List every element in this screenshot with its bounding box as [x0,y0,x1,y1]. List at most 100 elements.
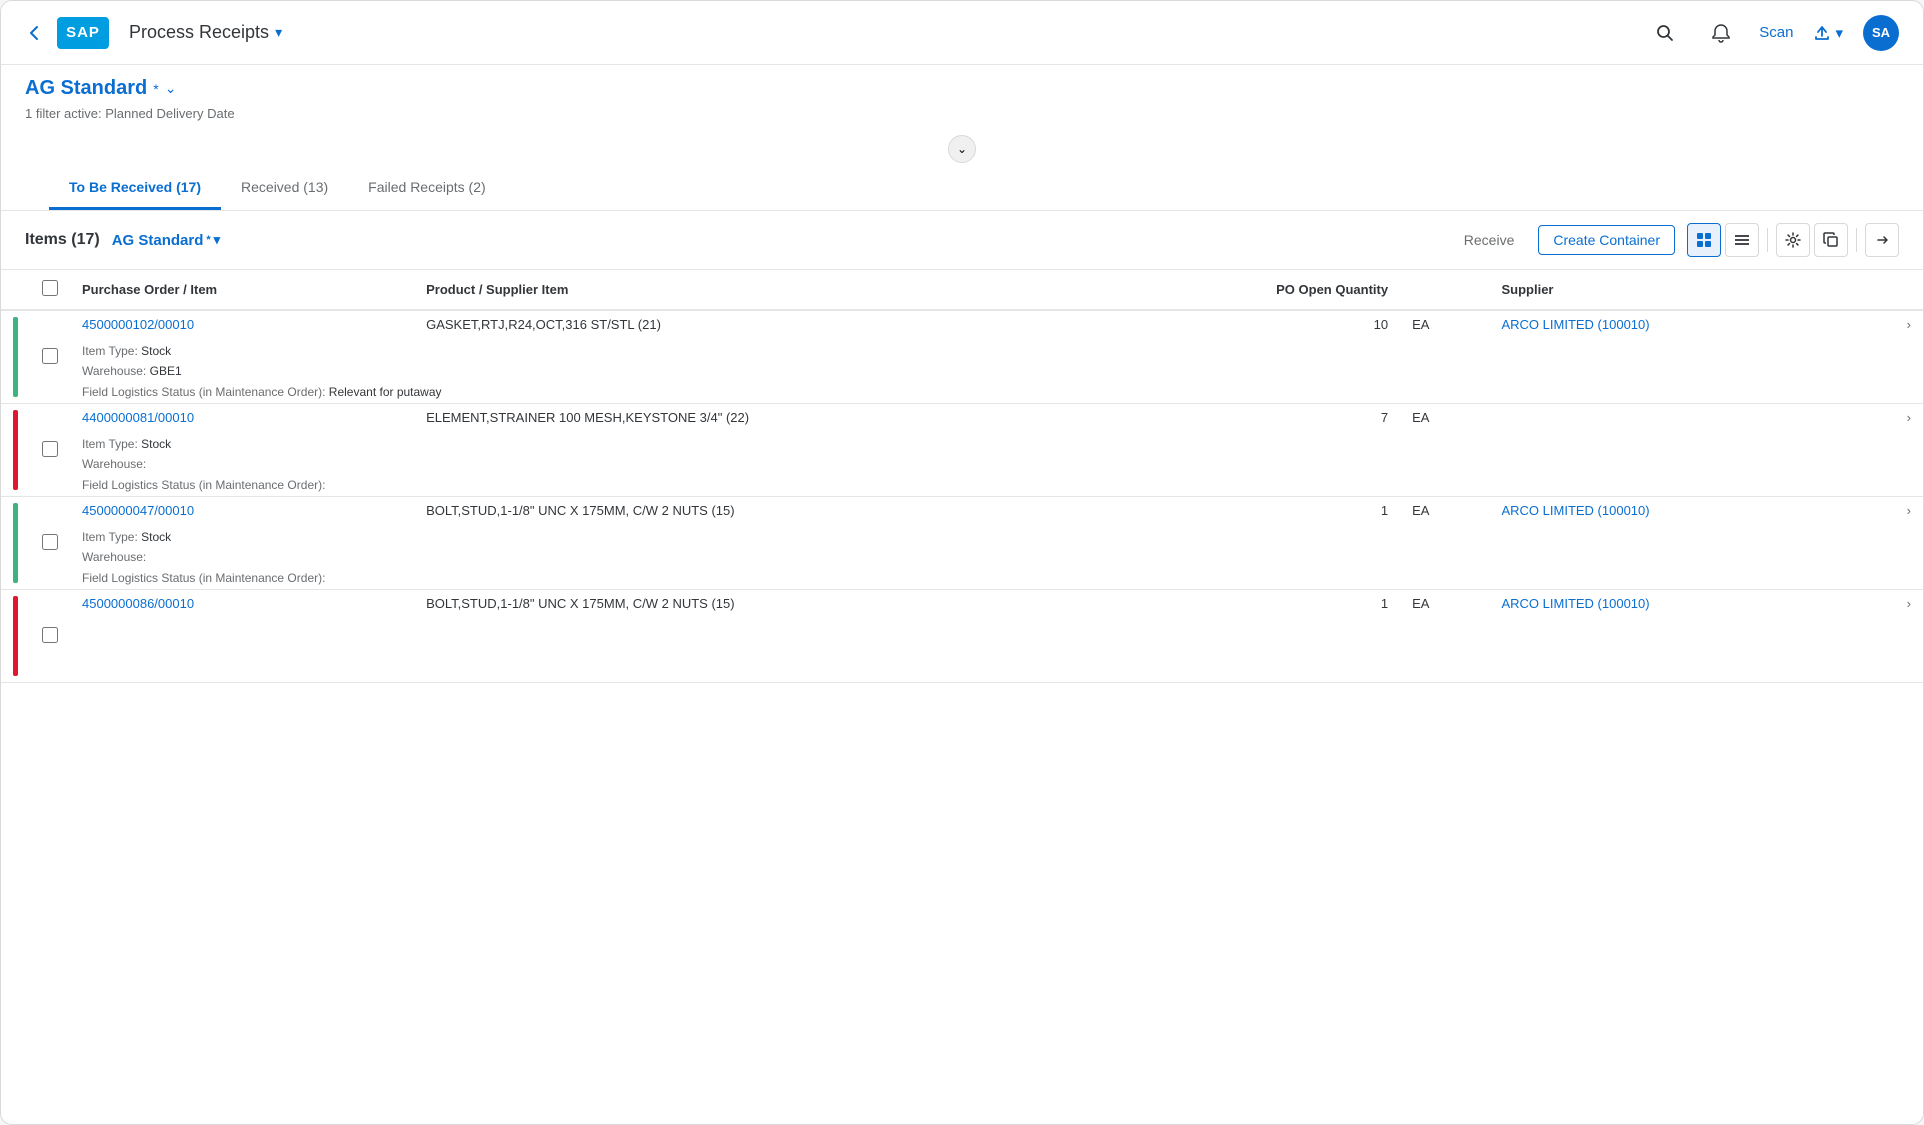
page-title-dropdown-icon[interactable]: ▾ [275,24,282,41]
supplier-value[interactable]: ARCO LIMITED (100010) [1489,310,1861,342]
tab-failed-receipts[interactable]: Failed Receipts (2) [348,167,506,210]
table-detail-row [1,662,1923,683]
po-number[interactable]: 4500000086/00010 [70,590,414,621]
po-link: 4500000047/00010 [82,503,194,518]
company-name: AG Standard [25,77,147,100]
detail-cell: Warehouse: [70,548,1923,568]
receive-button: Receive [1452,226,1527,254]
collapse-row: ⌄ [25,131,1899,167]
qty-value: 10 [1106,310,1400,342]
detail-cell: Field Logistics Status (in Maintenance O… [70,569,1923,590]
avatar: SA [1863,15,1899,51]
toolbar-divider [1767,228,1768,252]
unit-value: EA [1400,590,1489,621]
tab-received[interactable]: Received (13) [221,167,348,210]
supplier-col-header: Supplier [1489,270,1861,310]
company-row: AG Standard * ⌄ [25,77,1899,100]
notification-button[interactable] [1703,15,1739,51]
grid-view-button[interactable] [1687,223,1721,257]
product-name: BOLT,STUD,1-1/8" UNC X 175MM, C/W 2 NUTS… [414,590,1106,621]
page-title: Process Receipts ▾ [129,22,282,43]
po-link: 4500000102/00010 [82,317,194,332]
select-all-checkbox[interactable] [42,280,58,296]
table-row: 4500000047/00010 BOLT,STUD,1-1/8" UNC X … [1,497,1923,528]
row-checkbox-cell[interactable] [30,404,70,497]
table-toolbar: Items (17) AG Standard * ▾ Receive Creat… [1,211,1923,270]
supplier-value[interactable]: ARCO LIMITED (100010) [1489,497,1861,528]
table-detail-row: Warehouse: [1,455,1923,475]
status-indicator [1,590,30,683]
row-expand-button[interactable]: › [1862,310,1923,342]
table-detail-row: Field Logistics Status (in Maintenance O… [1,569,1923,590]
back-button[interactable] [25,23,45,43]
tabs-row: To Be Received (17) Received (13) Failed… [25,167,1899,210]
list-view-button[interactable] [1725,223,1759,257]
po-item-col-header: Purchase Order / Item [70,270,414,310]
detail-cell [70,621,1923,641]
row-select-checkbox[interactable] [42,627,58,643]
unit-value: EA [1400,310,1489,342]
table-detail-row [1,641,1923,661]
company-dropdown-icon[interactable]: ⌄ [165,80,177,97]
status-indicator [1,404,30,497]
settings-button[interactable] [1776,223,1810,257]
product-name: ELEMENT,STRAINER 100 MESH,KEYSTONE 3/4" … [414,404,1106,435]
detail-cell: Warehouse: [70,455,1923,475]
detail-cell [70,641,1923,661]
unit-value: EA [1400,497,1489,528]
items-table: Purchase Order / Item Product / Supplier… [1,270,1923,683]
po-number[interactable]: 4500000102/00010 [70,310,414,342]
po-link: 4500000086/00010 [82,596,194,611]
top-bar-actions: Scan ▾ SA [1647,15,1899,51]
table-detail-row: Field Logistics Status (in Maintenance O… [1,383,1923,404]
po-number[interactable]: 4400000081/00010 [70,404,414,435]
table-detail-row: Item Type: Stock [1,528,1923,548]
po-number[interactable]: 4500000047/00010 [70,497,414,528]
search-button[interactable] [1647,15,1683,51]
table-section: Items (17) AG Standard * ▾ Receive Creat… [1,211,1923,1124]
filter-info: 1 filter active: Planned Delivery Date [25,106,1899,121]
supplier-link: ARCO LIMITED (100010) [1501,596,1649,611]
product-name: GASKET,RTJ,R24,OCT,316 ST/STL (21) [414,310,1106,342]
table-row: 4500000102/00010 GASKET,RTJ,R24,OCT,316 … [1,310,1923,342]
table-company-dropdown[interactable]: ▾ [214,232,221,248]
tab-to-be-received[interactable]: To Be Received (17) [49,167,221,210]
sap-logo: SAP [57,17,109,49]
supplier-value[interactable]: ARCO LIMITED (100010) [1489,590,1861,621]
table-company: AG Standard * ▾ [112,232,221,249]
qty-value: 1 [1106,497,1400,528]
row-select-checkbox[interactable] [42,534,58,550]
table-row: 4500000086/00010 BOLT,STUD,1-1/8" UNC X … [1,590,1923,621]
status-indicator [1,310,30,404]
scan-button[interactable]: Scan [1759,24,1793,41]
select-all-header[interactable] [30,270,70,310]
table-header-row: Purchase Order / Item Product / Supplier… [1,270,1923,310]
detail-cell: Field Logistics Status (in Maintenance O… [70,476,1923,497]
row-select-checkbox[interactable] [42,348,58,364]
status-indicator [1,497,30,590]
table-container: Purchase Order / Item Product / Supplier… [1,270,1923,1124]
table-detail-row: Item Type: Stock [1,435,1923,455]
row-checkbox-cell[interactable] [30,497,70,590]
row-expand-button[interactable]: › [1862,497,1923,528]
table-detail-row: Warehouse: [1,548,1923,568]
row-checkbox-cell[interactable] [30,310,70,404]
table-title: Items (17) [25,231,100,249]
copy-button[interactable] [1814,223,1848,257]
row-expand-button[interactable]: › [1862,404,1923,435]
row-expand-button[interactable]: › [1862,590,1923,621]
collapse-button[interactable]: ⌄ [948,135,976,163]
table-detail-row: Field Logistics Status (in Maintenance O… [1,476,1923,497]
detail-cell: Item Type: Stock [70,435,1923,455]
row-select-checkbox[interactable] [42,441,58,457]
sap-logo-box: SAP [57,17,109,49]
create-container-button[interactable]: Create Container [1538,225,1675,255]
top-bar: SAP Process Receipts ▾ Scan [1,1,1923,65]
po-qty-col-header: PO Open Quantity [1106,270,1400,310]
export-button[interactable]: ▾ [1813,24,1843,42]
detail-cell: Item Type: Stock [70,528,1923,548]
row-checkbox-cell[interactable] [30,590,70,683]
supplier-value [1489,404,1861,435]
more-options-button[interactable] [1865,223,1899,257]
export-dropdown-icon: ▾ [1835,24,1843,42]
